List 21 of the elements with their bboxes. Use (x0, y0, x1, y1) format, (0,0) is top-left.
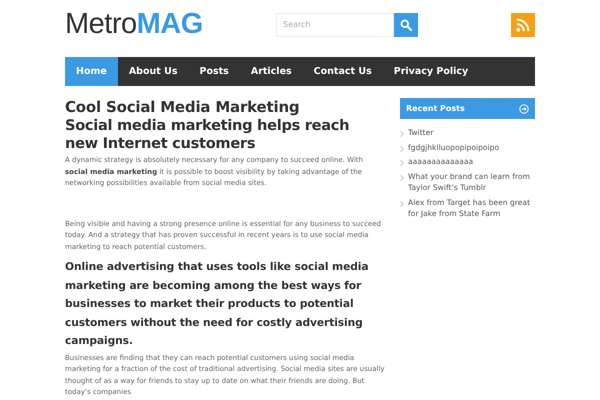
chevron-icon (400, 146, 404, 152)
chevron-icon (400, 174, 404, 180)
post-subtitle: Social media marketing helps reach new Internet customers (65, 117, 350, 153)
search-button[interactable] (394, 12, 418, 36)
arrow-circle-icon (519, 104, 529, 114)
chevron-icon (400, 160, 404, 166)
nav-tab[interactable]: Privacy Policy (382, 57, 480, 86)
section-heading: Online advertising that uses tools like social media marketing are becoming among the best ways for businesses to market their products to potential customers without the need for costly advertising campaigns. (65, 259, 370, 349)
rss-button[interactable] (511, 12, 535, 36)
chevron-icon (400, 200, 404, 206)
rss-icon (516, 18, 530, 32)
search-field[interactable]: Search (276, 12, 394, 36)
search-icon (400, 18, 412, 30)
site-logo[interactable]: MetroMAG (65, 8, 276, 41)
post-title: Cool Social Media Marketing (65, 98, 300, 117)
chevron-icon (400, 131, 404, 137)
nav-tab[interactable]: About Us (118, 57, 188, 86)
nav-tab[interactable]: Posts (188, 57, 240, 86)
nav-tab[interactable]: Contact Us (302, 57, 383, 86)
widget-title: Recent Posts (406, 104, 465, 113)
nav-tab[interactable]: Articles (240, 57, 303, 86)
